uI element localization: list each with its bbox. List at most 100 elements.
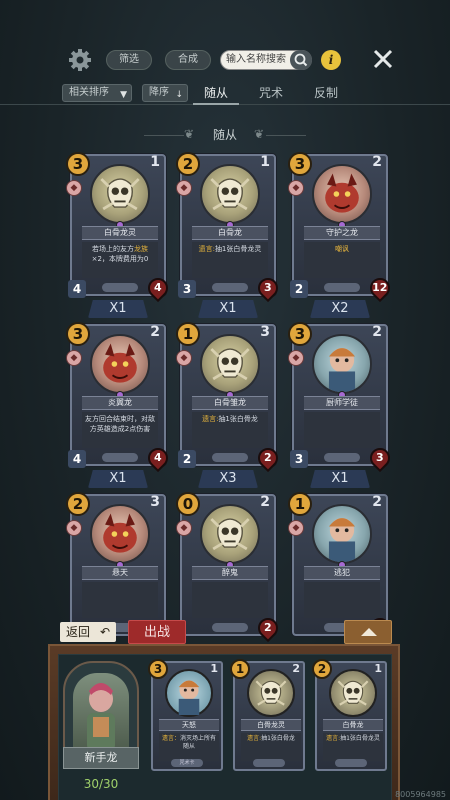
card-description: 若场上的友方龙族×2，本牌费用为0 [82, 242, 158, 278]
card-art [165, 669, 213, 717]
race-plate [212, 283, 248, 292]
minion-card[interactable]: 31◆白骨龙灵若场上的友方龙族×2，本牌费用为044 [70, 154, 166, 296]
hero-art [73, 673, 129, 753]
card-art [200, 504, 260, 564]
search-icon[interactable] [290, 50, 312, 70]
card-tier: 1 [374, 662, 382, 675]
health-value: 3 [264, 280, 272, 296]
deck-card[interactable]: 12白骨龙灵遗言:抽1张白骨龙 [233, 661, 305, 771]
card-tier: 1 [210, 662, 218, 675]
health-value: 3 [376, 450, 384, 466]
back-button[interactable]: 返回 ↶ [60, 622, 116, 642]
card-tier: 1 [260, 154, 270, 170]
info-icon[interactable]: i [321, 50, 341, 70]
card-description: 遗言:抽1张白骨龙灵 [323, 733, 383, 761]
mana-cost: 3 [288, 152, 312, 176]
section-header: ❦ 随从 ❦ [0, 126, 450, 144]
card-art [200, 164, 260, 224]
card-name: 厨师学徒 [304, 396, 380, 410]
close-icon[interactable] [372, 48, 394, 70]
card-name: 白骨龙 [323, 719, 383, 731]
card-count: X3 [198, 470, 258, 488]
craft-button[interactable]: 合成 [165, 50, 211, 70]
card-tier: 2 [292, 662, 300, 675]
card-name: 白骨龙灵 [82, 226, 158, 240]
card-tier: 2 [372, 324, 382, 340]
desc-keyword: 遗言： [162, 735, 180, 742]
filter-button[interactable]: 筛选 [106, 50, 152, 70]
card-tier: 3 [150, 494, 160, 510]
dragon-tribe-icon: ◆ [66, 350, 82, 366]
card-art [90, 164, 150, 224]
dragon-tribe-icon: ◆ [176, 350, 192, 366]
desc-keyword: 龙族 [134, 245, 148, 253]
card-art [312, 334, 372, 394]
card-art [312, 504, 372, 564]
mana-cost: 3 [66, 152, 90, 176]
card-art [247, 669, 295, 717]
tab-minion[interactable]: 随从 [193, 84, 239, 102]
card-name: 天怒 [159, 719, 219, 731]
card-description: 遗言:抽1张白骨龙 [192, 412, 268, 448]
health-badge: 4 [144, 444, 172, 472]
mana-cost: 0 [176, 492, 200, 516]
desc-keyword: 遗言: [199, 245, 215, 253]
gear-icon[interactable] [68, 48, 92, 72]
card-count: X1 [88, 470, 148, 488]
sort-related-dropdown[interactable]: 相关排序 ▼ [62, 84, 132, 102]
dragon-tribe-icon: ◆ [176, 180, 192, 196]
ornament-icon: ❦ [254, 127, 264, 141]
section-divider-left [144, 135, 184, 136]
card-count: X1 [88, 300, 148, 318]
sort-order-button[interactable]: 降序 ↓ [142, 84, 188, 102]
minion-card[interactable]: 12◆逃犯2 [292, 494, 388, 636]
card-description: 遗言:抽1张白骨龙 [241, 733, 301, 761]
desc-text: 消灭场上所有随从 [180, 735, 216, 750]
sort-related-label: 相关排序 [69, 87, 109, 98]
card-tier: 2 [150, 324, 160, 340]
health-badge: 3 [254, 274, 282, 302]
card-tier: 1 [150, 154, 160, 170]
race-plate [102, 283, 138, 292]
race-plate [324, 453, 360, 462]
desc-text: 抽1张白骨龙 [261, 735, 295, 742]
attack-value: 4 [68, 450, 86, 468]
health-value: 4 [154, 450, 162, 466]
deck-card[interactable]: 31天怒遗言：消灭场上所有随从咒术卡 [151, 661, 223, 771]
card-art [312, 164, 372, 224]
filter-funnel-icon: ▼ [120, 87, 127, 103]
section-divider-right [266, 135, 306, 136]
dragon-tribe-icon: ◆ [288, 180, 304, 196]
bottom-bar: 返回 ↶ 出战 [0, 620, 450, 646]
mana-cost: 1 [176, 322, 200, 346]
dragon-tribe-icon: ◆ [288, 520, 304, 536]
tab-spell[interactable]: 咒术 [248, 84, 294, 102]
expand-deck-button[interactable] [344, 620, 392, 644]
attack-value: 3 [290, 450, 308, 468]
minion-card[interactable]: 32◆炎翼龙友方回合结束时，对敌方英雄造成2点伤害44 [70, 324, 166, 466]
minion-card[interactable]: 32◆守护之龙嘲讽212 [292, 154, 388, 296]
card-count: X1 [198, 300, 258, 318]
card-art [90, 334, 150, 394]
desc-text: 抽1张白骨龙 [218, 415, 257, 423]
dragon-tribe-icon: ◆ [66, 520, 82, 536]
card-description [192, 582, 268, 618]
card-description [304, 412, 380, 448]
minion-card[interactable]: 02◆醉鬼2 [180, 494, 276, 636]
race-plate [212, 453, 248, 462]
tab-counter[interactable]: 反制 [303, 84, 349, 102]
attack-value: 2 [290, 280, 308, 298]
minion-card[interactable]: 21◆白骨龙遗言:抽1张白骨龙灵33 [180, 154, 276, 296]
battle-button[interactable]: 出战 [128, 620, 186, 644]
dragon-tribe-icon: ◆ [66, 180, 82, 196]
chevron-up-icon [361, 628, 377, 636]
minion-card[interactable]: 23◆悬天 [70, 494, 166, 636]
card-description: 遗言:抽1张白骨龙灵 [192, 242, 268, 278]
minion-card[interactable]: 32◆厨师学徒33 [292, 324, 388, 466]
card-art [90, 504, 150, 564]
minion-card[interactable]: 13◆白骨雏龙遗言:抽1张白骨龙22 [180, 324, 276, 466]
desc-keyword: 遗言: [247, 735, 261, 742]
deck-card[interactable]: 21白骨龙遗言:抽1张白骨龙灵 [315, 661, 387, 771]
section-title: 随从 [200, 126, 250, 143]
attack-value: 4 [68, 280, 86, 298]
